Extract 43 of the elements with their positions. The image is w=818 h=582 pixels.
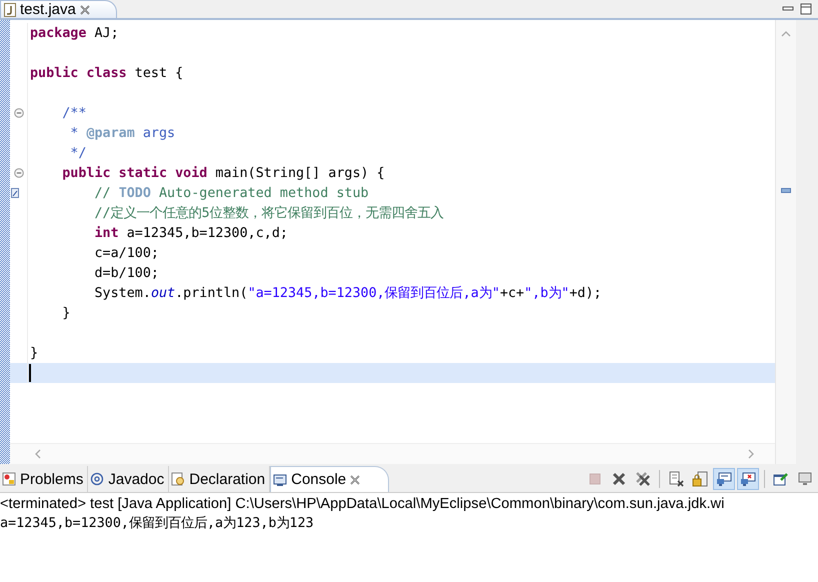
collapse-icon[interactable] (14, 168, 24, 178)
code-line: public class test { (29, 66, 184, 80)
declaration-icon (171, 472, 186, 486)
lock-icon (692, 471, 708, 487)
close-icon[interactable] (350, 474, 360, 484)
task-marker[interactable] (781, 188, 791, 193)
code-line: int a=12345,b=12300,c,d; (93, 226, 288, 240)
code-line: System.out.println("a=12345,b=12300,保留到百位后,a为"+c+",b为"+d); (93, 285, 602, 302)
code-line: public static void main(String[] args) { (61, 166, 385, 180)
code-line: c=a/100; (93, 246, 159, 260)
remove-icon (611, 471, 627, 487)
maximize-icon[interactable] (800, 3, 812, 15)
code-line: * @param args (69, 126, 176, 140)
panel-tab[interactable]: Console (270, 466, 390, 492)
monitor-icon (797, 471, 813, 487)
console-icon (273, 472, 288, 486)
code-line: */ (69, 146, 86, 160)
clear-icon (668, 471, 684, 487)
stderr-icon (740, 471, 756, 487)
stdout-icon (716, 471, 732, 487)
code-line: package AJ; (29, 26, 119, 40)
remove-all-icon (635, 471, 651, 487)
panel-tab[interactable]: Javadoc (88, 466, 170, 492)
collapse-icon[interactable] (14, 108, 24, 118)
stdout-button[interactable] (713, 468, 735, 490)
code-line: } (61, 306, 70, 320)
code-line: //定义一个任意的5位整数，将它保留到百位，无需四舍五入 (93, 204, 444, 222)
stderr-button[interactable] (737, 468, 759, 490)
code-line: // TODO Auto-generated method stub (93, 186, 369, 200)
java-file-icon (4, 2, 16, 16)
close-icon[interactable] (80, 4, 90, 14)
problems-icon (2, 472, 16, 486)
code-line: /** (61, 106, 86, 120)
console-output: a=12345,b=12300,保留到百位后,a为123,b为123 (0, 515, 315, 533)
stop-icon (587, 471, 603, 487)
code-line: d=b/100; (93, 266, 159, 280)
panel-tab[interactable]: Problems (0, 466, 88, 492)
code-line: } (29, 346, 38, 360)
at-sign-icon (90, 472, 104, 486)
text-cursor (29, 364, 31, 382)
console-header: <terminated> test [Java Application] C:\Users\HP\AppData\Local\MyEclipse\Common\binary\com.sun.java.jdk.wi (0, 495, 726, 514)
pin-icon (773, 471, 789, 487)
editor-tab[interactable]: test.java (0, 0, 117, 18)
